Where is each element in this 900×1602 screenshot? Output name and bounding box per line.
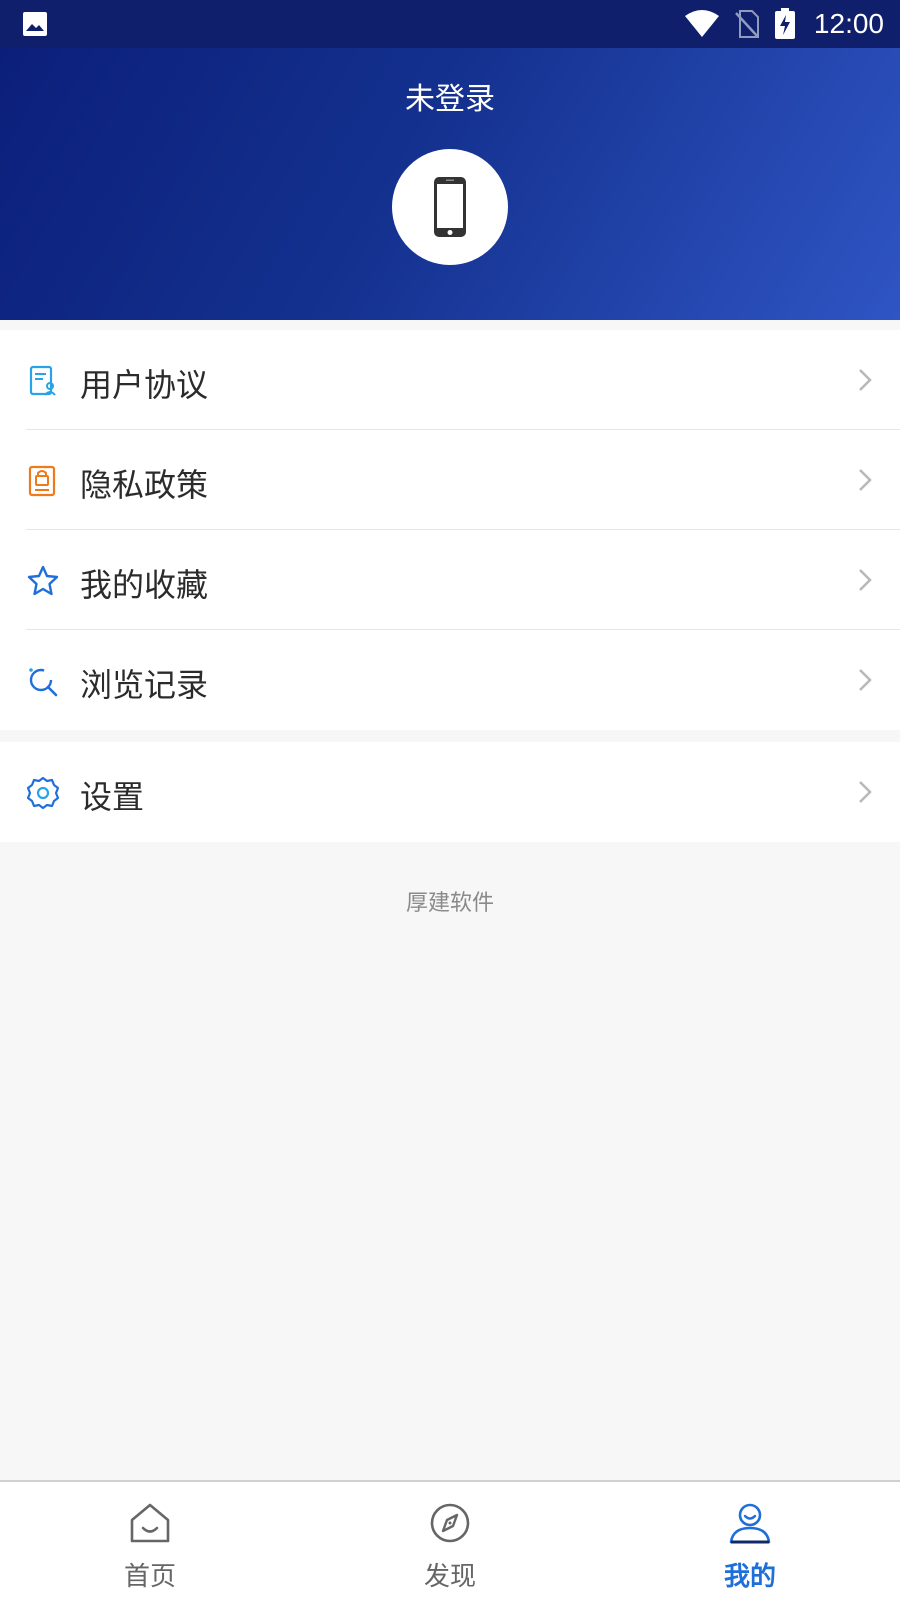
menu-item-label: 隐私政策 (80, 466, 209, 504)
chevron-right-icon (859, 469, 872, 491)
tab-label: 首页 (123, 1562, 176, 1592)
menu-item-favorites[interactable]: 我的收藏 (0, 530, 900, 630)
gear-icon (26, 776, 60, 810)
menu-group-main: 用户协议 隐私政策 我的收藏 浏览记录 (0, 330, 900, 730)
menu-item-privacy-policy[interactable]: 隐私政策 (0, 430, 900, 530)
menu-item-settings[interactable]: 设置 (0, 742, 900, 842)
chevron-right-icon (859, 569, 872, 591)
battery-charging-icon (774, 8, 795, 39)
chevron-right-icon (859, 781, 872, 803)
tab-home[interactable]: 首页 (60, 1482, 240, 1602)
chevron-right-icon (859, 369, 872, 391)
chevron-right-icon (859, 669, 872, 691)
document-user-icon (29, 365, 56, 396)
phone-icon (434, 177, 466, 237)
menu-item-label: 用户协议 (80, 366, 209, 404)
menu-item-user-agreement[interactable]: 用户协议 (0, 330, 900, 430)
user-icon (729, 1503, 771, 1544)
home-icon (130, 1503, 170, 1543)
profile-header: 未登录 (0, 48, 900, 320)
login-status[interactable]: 未登录 (0, 74, 900, 118)
image-icon (23, 12, 47, 36)
menu-item-history[interactable]: 浏览记录 (0, 630, 900, 730)
no-sim-icon (735, 10, 759, 38)
wifi-icon (684, 10, 719, 37)
bottom-tab-bar: 首页 发现 我的 (0, 1480, 900, 1602)
menu-item-label: 设置 (80, 778, 145, 816)
compass-icon (430, 1503, 470, 1543)
menu-item-label: 我的收藏 (80, 566, 209, 604)
tab-label: 发现 (423, 1562, 476, 1592)
lock-document-icon (28, 465, 56, 497)
tab-label: 我的 (723, 1562, 776, 1592)
avatar[interactable] (392, 149, 508, 265)
footer-company-text: 厚建软件 (405, 891, 494, 916)
menu-group-settings: 设置 (0, 742, 900, 842)
tab-discover[interactable]: 发现 (360, 1482, 540, 1602)
history-icon (29, 668, 58, 697)
status-bar: 12:00 (0, 0, 900, 48)
star-icon (27, 565, 59, 596)
tab-mine[interactable]: 我的 (660, 1482, 840, 1602)
menu-item-label: 浏览记录 (80, 666, 209, 704)
status-time: 12:00 (813, 8, 884, 39)
